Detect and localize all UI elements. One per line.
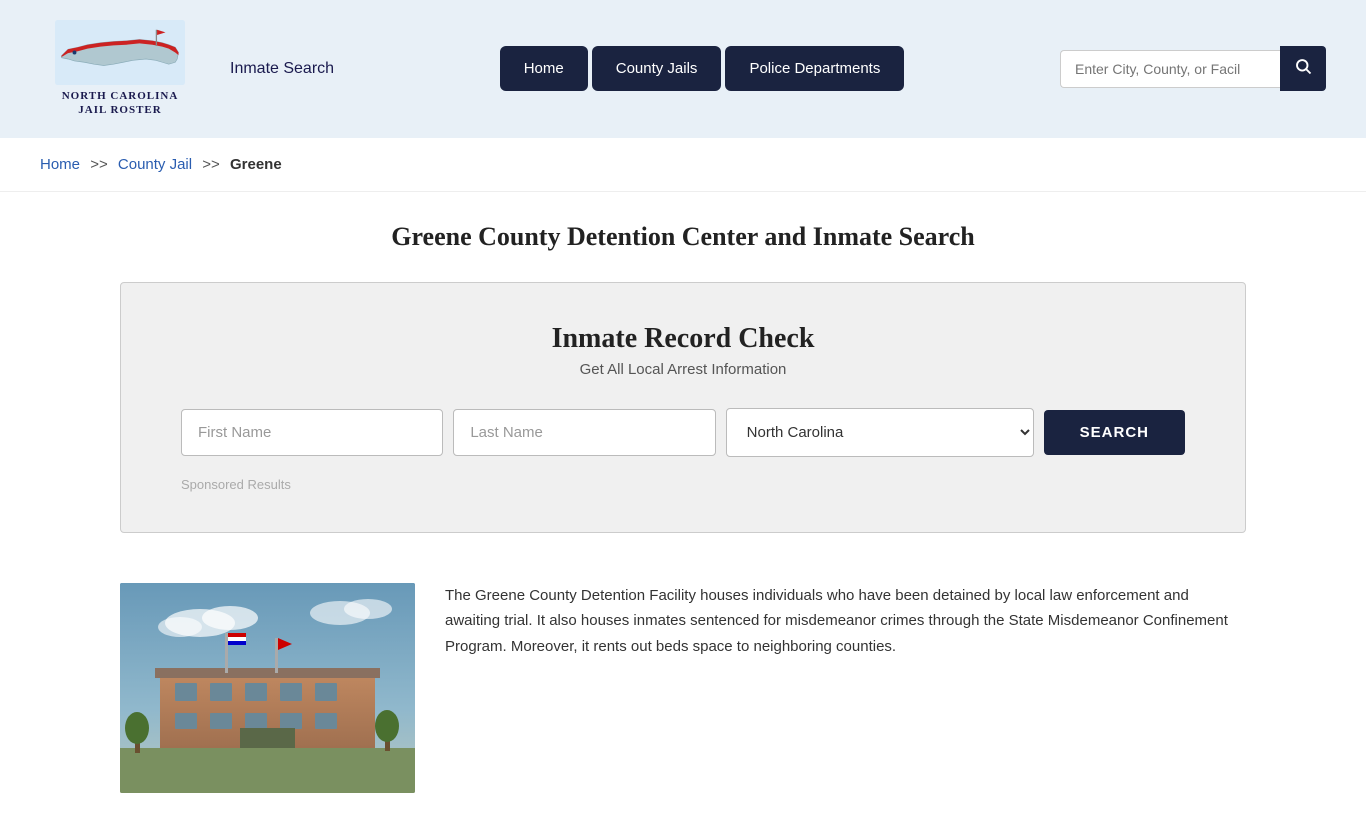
facility-illustration — [120, 583, 415, 793]
breadcrumb-sep2: >> — [202, 156, 220, 173]
nc-state-logo — [55, 20, 185, 85]
nav-police-departments-button[interactable]: Police Departments — [725, 46, 904, 91]
first-name-input[interactable] — [181, 409, 443, 456]
header-search-area — [1060, 46, 1326, 91]
inmate-search-form: AlabamaAlaskaArizonaArkansasCaliforniaCo… — [181, 408, 1185, 457]
main-nav: Home County Jails Police Departments — [374, 46, 1030, 91]
record-check-subtitle: Get All Local Arrest Information — [181, 361, 1185, 378]
breadcrumb-current: Greene — [230, 156, 282, 173]
facility-image-bg — [120, 583, 415, 793]
facility-description: The Greene County Detention Facility hou… — [445, 583, 1246, 660]
record-check-title: Inmate Record Check — [181, 323, 1185, 355]
search-icon — [1294, 57, 1312, 75]
inmate-search-button[interactable]: SEARCH — [1044, 410, 1185, 455]
page-title: Greene County Detention Center and Inmat… — [40, 222, 1326, 252]
logo-area: NORTH CAROLINA JAIL ROSTER — [40, 20, 200, 118]
last-name-input[interactable] — [453, 409, 715, 456]
state-select[interactable]: AlabamaAlaskaArizonaArkansasCaliforniaCo… — [726, 408, 1034, 457]
sponsored-results-label: Sponsored Results — [181, 477, 1185, 492]
logo-text: NORTH CAROLINA JAIL ROSTER — [62, 89, 179, 118]
inmate-search-link[interactable]: Inmate Search — [230, 60, 334, 78]
page-title-area: Greene County Detention Center and Inmat… — [0, 192, 1366, 272]
breadcrumb-county-jail-link[interactable]: County Jail — [118, 156, 192, 173]
header-search-input[interactable] — [1060, 50, 1280, 88]
facility-image — [120, 583, 415, 793]
record-check-box: Inmate Record Check Get All Local Arrest… — [120, 282, 1246, 533]
bottom-section: The Greene County Detention Facility hou… — [0, 563, 1366, 813]
header-search-button[interactable] — [1280, 46, 1326, 91]
site-header: NORTH CAROLINA JAIL ROSTER Inmate Search… — [0, 0, 1366, 138]
breadcrumb-sep1: >> — [90, 156, 108, 173]
nav-home-button[interactable]: Home — [500, 46, 588, 91]
breadcrumb-home-link[interactable]: Home — [40, 156, 80, 173]
nav-county-jails-button[interactable]: County Jails — [592, 46, 722, 91]
breadcrumb: Home >> County Jail >> Greene — [0, 138, 1366, 192]
